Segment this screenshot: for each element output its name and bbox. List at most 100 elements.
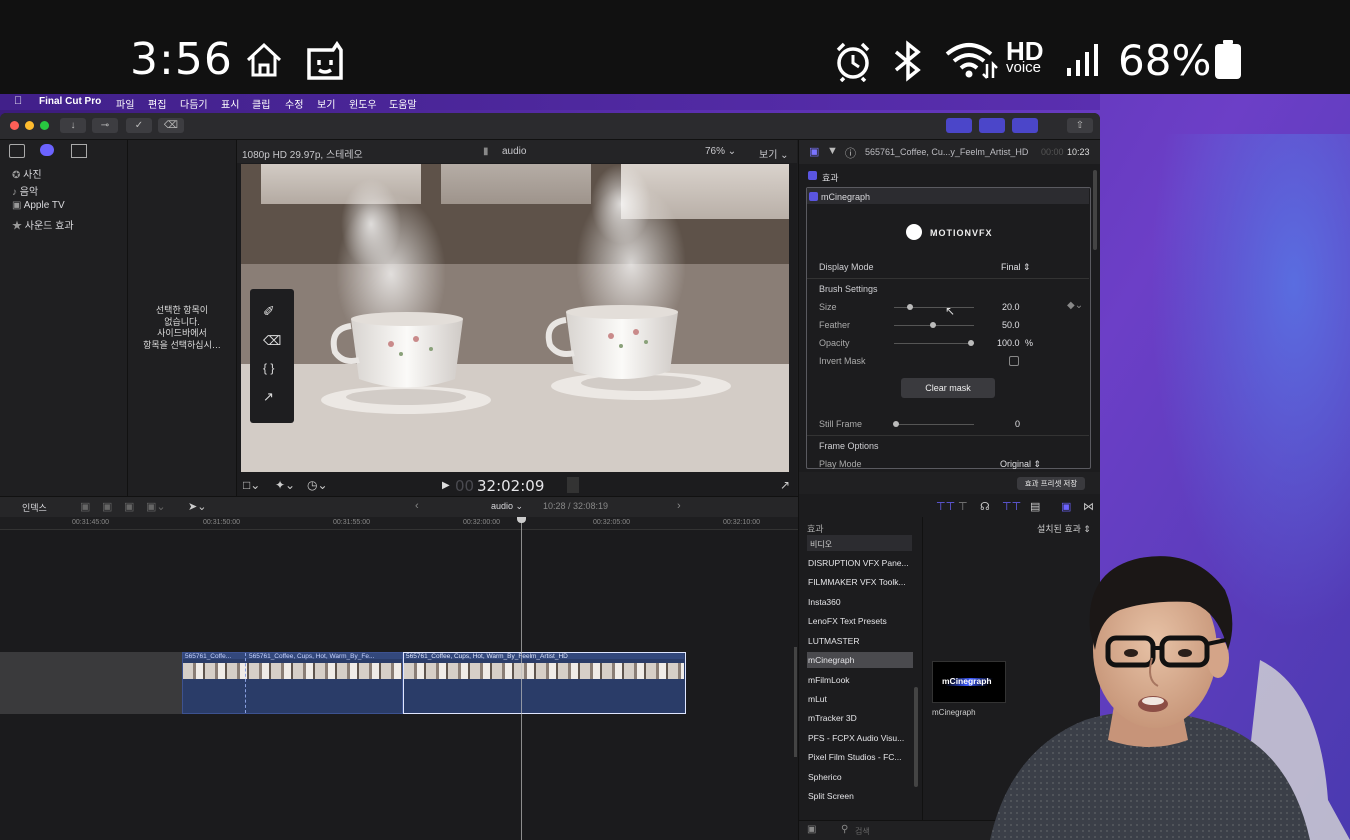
view-dropdown[interactable]: 보기 ⌄ [759,146,789,161]
gap-clip[interactable] [0,652,182,714]
invert-mask-checkbox[interactable] [1009,356,1019,366]
timeline-toggle-icon[interactable] [979,118,1005,133]
zoom-window-button[interactable] [40,121,49,130]
timeline-clip[interactable] [182,652,403,714]
brush-icon[interactable]: ✐ [263,303,275,320]
sidebar-item-music[interactable]: ♪ 음악 [12,183,122,198]
tags-icon[interactable]: ⌫ [158,118,184,133]
menu-clip[interactable]: 클립 [252,96,270,111]
effect-category-item[interactable]: mLut [807,691,913,707]
forward-icon[interactable]: › [677,500,681,512]
app-menu[interactable]: Final Cut Pro [39,96,101,107]
display-mode-select[interactable]: Final ⇕ [1001,262,1031,273]
clear-mask-button[interactable]: Clear mask [901,378,995,398]
play-button[interactable]: ▶ [442,480,450,491]
still-frame-slider[interactable] [894,424,974,425]
browser-toggle-icon[interactable] [946,118,972,133]
video-inspector-icon[interactable]: ▣ [809,145,819,158]
opacity-value[interactable]: 100.0 [997,338,1020,348]
effect-category-item[interactable]: LenoFX Text Presets [807,613,913,629]
sidebar-item-photos[interactable]: ✪ 사진 [12,166,122,181]
sidebar-item-sound-effects[interactable]: ★ 사운드 효과 [12,217,122,232]
effects-browser-icon[interactable]: ▣ [1061,500,1071,513]
opacity-slider[interactable] [894,343,974,344]
inspector-scrollbar[interactable] [1093,170,1097,250]
transform-icon[interactable]: □⌄ [243,478,260,492]
effect-category-item[interactable]: LUTMASTER [807,633,913,649]
playhead[interactable] [521,517,522,840]
size-slider[interactable] [894,307,974,308]
inspector-toggle-icon[interactable] [1012,118,1038,133]
effect-category-item[interactable]: FILMMAKER VFX Toolk... [807,574,913,590]
still-frame-slider-handle[interactable] [893,421,899,427]
effect-enable-checkbox[interactable] [809,192,818,201]
speed-icon[interactable]: ◷⌄ [307,478,328,492]
save-effects-preset-button[interactable]: 효과 프리셋 저장 [1017,477,1085,490]
video-frame[interactable]: ✐ ⌫ { } ↗ [241,164,789,472]
info-icon[interactable]: ⓘ [845,145,856,161]
close-window-button[interactable] [10,121,19,130]
effect-category-item-selected[interactable]: mCinegraph [807,652,913,668]
skimming-icon[interactable]: ⊤⊤ [936,500,955,513]
minimize-window-button[interactable] [25,121,34,130]
effect-category-item[interactable]: mTracker 3D [807,710,913,726]
select-tool-icon[interactable]: ➤⌄ [188,500,206,513]
enhance-icon[interactable]: ✦⌄ [275,478,295,492]
effect-category-item[interactable]: DISRUPTION VFX Pane... [807,555,913,571]
opacity-slider-handle[interactable] [968,340,974,346]
effect-category-item[interactable]: Spherico [807,769,913,785]
menu-window[interactable]: 윈도우 [349,96,377,111]
timeline-scrollbar[interactable] [794,647,797,757]
menu-help[interactable]: 도움말 [389,96,417,111]
titles-icon[interactable] [71,144,87,158]
fullscreen-icon[interactable]: ↗ [780,478,790,492]
effect-category-item[interactable]: Pixel Film Studios - FC... [807,749,913,765]
effect-category-item[interactable]: mFilmLook [807,672,913,688]
overwrite-clip-icon[interactable]: ▣⌄ [146,500,166,513]
index-button[interactable]: 인덱스 [22,501,47,514]
insert-clip-icon[interactable]: ▣ [102,500,112,513]
menu-file[interactable]: 파일 [116,96,134,111]
transitions-browser-icon[interactable]: ⋈ [1083,500,1094,513]
zoom-dropdown[interactable]: 76% ⌄ [705,146,736,157]
effect-category-item[interactable]: Split Screen [807,788,913,804]
effect-category-item[interactable]: Insta360 [807,594,913,610]
search-input[interactable]: 검색 [855,826,870,837]
color-inspector-icon[interactable]: ▼ [827,145,838,157]
effects-checkbox[interactable] [808,171,817,180]
keywords-icon[interactable]: ⊸ [92,118,118,133]
import-icon[interactable]: ↓ [60,118,86,133]
append-clip-icon[interactable]: ▣ [124,500,134,513]
snapping-icon[interactable]: ⊤⊤ [1002,500,1021,513]
sidebar-item-apple-tv[interactable]: ▣ Apple TV [12,200,122,211]
eraser-icon[interactable]: ⌫ [263,333,281,349]
headphones-icon[interactable]: ☊ [980,500,990,513]
timeline-ruler[interactable] [0,517,798,530]
feather-slider-handle[interactable] [930,322,936,328]
menu-modify[interactable]: 수정 [285,96,303,111]
sidebar-toggle-icon[interactable]: ▣ [807,824,816,835]
export-icon[interactable]: ↗ [263,389,274,405]
timeline[interactable]: 00:31:45:00 00:31:50:00 00:31:55:00 00:3… [0,517,798,840]
brackets-icon[interactable]: { } [263,361,274,375]
connect-clip-icon[interactable]: ▣ [80,500,90,513]
menu-view2[interactable]: 보기 [317,96,335,111]
still-frame-value[interactable]: 0 [1015,419,1020,429]
play-mode-select[interactable]: Original ⇕ [1000,459,1041,470]
menu-edit[interactable]: 편집 [148,96,166,111]
audio-skimming-icon[interactable]: ⊤ [958,500,968,513]
back-icon[interactable]: ‹ [415,500,419,512]
libraries-icon[interactable] [9,144,25,158]
background-tasks-icon[interactable]: ✓ [126,118,152,133]
apple-menu-icon[interactable]:  [14,95,22,107]
media-icon[interactable] [40,144,54,156]
installed-effects-dropdown[interactable]: 설치된 효과 ⇕ [1037,522,1091,535]
timeline-project-dropdown[interactable]: audio ⌄ [491,501,523,512]
keyframe-icon[interactable]: ◆⌄ [1067,300,1083,311]
selected-timeline-clip[interactable] [403,652,686,714]
menu-trim[interactable]: 다듬기 [180,96,208,111]
size-slider-handle[interactable] [907,304,913,310]
clip-appearance-icon[interactable]: ▤ [1030,500,1040,513]
share-icon[interactable]: ⇧ [1067,118,1093,133]
category-scrollbar[interactable] [914,687,918,787]
